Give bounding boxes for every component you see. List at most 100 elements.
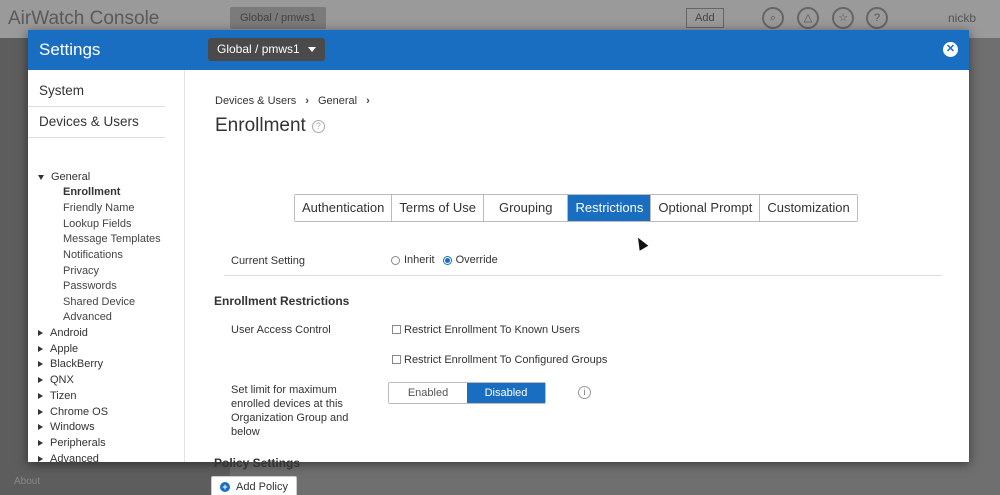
caret-right-icon (38, 361, 43, 367)
sidebar-group-label: Advanced (50, 453, 99, 465)
breadcrumb-devices-users[interactable]: Devices & Users (215, 95, 296, 107)
sidebar-group-label: BlackBerry (50, 358, 104, 370)
sidebar-group-blackberry[interactable]: BlackBerry (38, 358, 103, 370)
tab-restrictions[interactable]: Restrictions (568, 195, 652, 221)
sidebar-group-apple[interactable]: Apple (38, 343, 78, 355)
enabled-option[interactable]: Enabled (389, 383, 467, 403)
chevron-right-icon: › (305, 95, 309, 107)
settings-content: Devices & Users › General › Enrollment ?… (186, 70, 969, 495)
tab-terms-of-use[interactable]: Terms of Use (392, 195, 484, 221)
sidebar-group-label: Apple (50, 343, 79, 355)
user-name: nickb (948, 11, 977, 25)
help-icon[interactable]: ? (311, 119, 325, 133)
sidebar-item-passwords[interactable]: Passwords (63, 280, 117, 292)
tab-grouping[interactable]: Grouping (483, 195, 569, 221)
background-add-button: Add (686, 8, 724, 28)
sidebar-group-label: Chrome OS (50, 406, 109, 418)
sidebar-item-lookup-fields[interactable]: Lookup Fields (63, 218, 132, 230)
sidebar-item-message-templates[interactable]: Message Templates (63, 233, 161, 245)
user-access-control-label: User Access Control (231, 324, 331, 336)
sidebar-group-tizen[interactable]: Tizen (38, 390, 77, 402)
section-divider (224, 275, 942, 276)
inherit-label: Inherit (404, 254, 435, 266)
chevron-down-icon (307, 47, 316, 52)
background-org-group: Global / pmws1 (230, 7, 326, 29)
caret-right-icon (38, 377, 43, 383)
add-policy-label: Add Policy (236, 481, 288, 493)
caret-right-icon (38, 393, 43, 399)
sidebar-item-advanced[interactable]: Advanced (63, 311, 112, 323)
override-radio[interactable] (442, 255, 452, 265)
tab-customization[interactable]: Customization (760, 195, 857, 221)
device-limit-label: Set limit for maximum enrolled devices a… (231, 384, 349, 438)
sidebar-group-peripherals[interactable]: Peripherals (38, 437, 106, 449)
caret-right-icon (38, 330, 43, 336)
plus-icon: + (220, 482, 230, 492)
org-group-dropdown[interactable]: Global / pmws1 (208, 38, 325, 61)
sidebar-item-devices-users[interactable]: Devices & Users (39, 114, 139, 129)
enrollment-tabs: Authentication Terms of Use Grouping Res… (294, 194, 858, 222)
restrict-known-users-checkbox[interactable] (392, 325, 401, 334)
restrict-known-users-label: Restrict Enrollment To Known Users (404, 324, 580, 336)
help-icon: ? (866, 7, 888, 29)
sidebar-divider (28, 137, 165, 138)
caret-right-icon (38, 456, 43, 462)
add-policy-button[interactable]: + Add Policy (211, 476, 297, 495)
caret-right-icon (38, 346, 43, 352)
sidebar-item-notifications[interactable]: Notifications (63, 249, 123, 261)
sidebar-group-advanced[interactable]: Advanced (38, 453, 99, 465)
sidebar-group-label: Peripherals (50, 437, 106, 449)
sidebar-group-label: QNX (50, 374, 74, 386)
chevron-right-icon: › (366, 95, 370, 107)
caret-right-icon (38, 424, 43, 430)
tab-optional-prompt[interactable]: Optional Prompt (651, 195, 761, 221)
sidebar-item-shared-device[interactable]: Shared Device (63, 296, 135, 308)
current-setting-radios: Inherit Override (391, 254, 498, 266)
app-title: AirWatch Console (8, 8, 160, 29)
star-icon: ☆ (832, 7, 854, 29)
settings-sidebar: System Devices & Users General Enrollmen… (28, 70, 185, 465)
org-group-label: Global / pmws1 (217, 42, 300, 56)
inherit-radio[interactable] (391, 255, 400, 265)
sidebar-group-general[interactable]: General (38, 171, 90, 183)
sidebar-item-friendly-name[interactable]: Friendly Name (63, 202, 135, 214)
modal-title: Settings (39, 40, 101, 59)
breadcrumb: Devices & Users › General › (215, 95, 370, 107)
restrict-configured-groups-checkbox[interactable] (392, 355, 401, 364)
caret-right-icon (38, 440, 43, 446)
notification-icon: △ (797, 7, 819, 29)
sidebar-group-windows[interactable]: Windows (38, 421, 95, 433)
caret-right-icon (38, 409, 43, 415)
restrict-configured-groups-row[interactable]: Restrict Enrollment To Configured Groups (392, 354, 607, 366)
sidebar-group-label: General (51, 171, 91, 183)
search-icon: ⌕ (762, 7, 784, 29)
sidebar-group-chrome-os[interactable]: Chrome OS (38, 406, 108, 418)
sidebar-item-enrollment[interactable]: Enrollment (63, 186, 120, 198)
caret-down-icon (38, 174, 44, 180)
device-limit-toggle: Enabled Disabled (388, 382, 546, 404)
sidebar-group-qnx[interactable]: QNX (38, 374, 74, 386)
sidebar-group-label: Android (50, 327, 88, 339)
info-icon[interactable]: i (578, 386, 591, 399)
tab-authentication[interactable]: Authentication (295, 195, 393, 221)
about-link: About (14, 476, 41, 487)
sidebar-group-android[interactable]: Android (38, 327, 88, 339)
restrict-known-users-row[interactable]: Restrict Enrollment To Known Users (392, 324, 580, 336)
modal-header: Settings Global / pmws1 ✕ (28, 30, 969, 70)
sidebar-divider (28, 106, 165, 107)
restrict-configured-groups-label: Restrict Enrollment To Configured Groups (404, 354, 608, 366)
override-label: Override (455, 254, 498, 266)
close-icon[interactable]: ✕ (943, 42, 958, 57)
page-title: Enrollment ? (215, 115, 325, 137)
sidebar-item-system[interactable]: System (39, 83, 84, 98)
settings-modal: Settings Global / pmws1 ✕ System Devices… (28, 30, 969, 495)
page-title-text: Enrollment (215, 115, 306, 136)
policy-settings-heading: Policy Settings (214, 456, 301, 470)
sidebar-group-label: Windows (50, 421, 95, 433)
sidebar-group-label: Tizen (50, 390, 77, 402)
sidebar-item-privacy[interactable]: Privacy (63, 265, 99, 277)
enrollment-restrictions-heading: Enrollment Restrictions (214, 294, 350, 308)
disabled-option[interactable]: Disabled (467, 383, 545, 403)
current-setting-label: Current Setting (231, 255, 305, 267)
breadcrumb-general[interactable]: General (318, 95, 357, 107)
